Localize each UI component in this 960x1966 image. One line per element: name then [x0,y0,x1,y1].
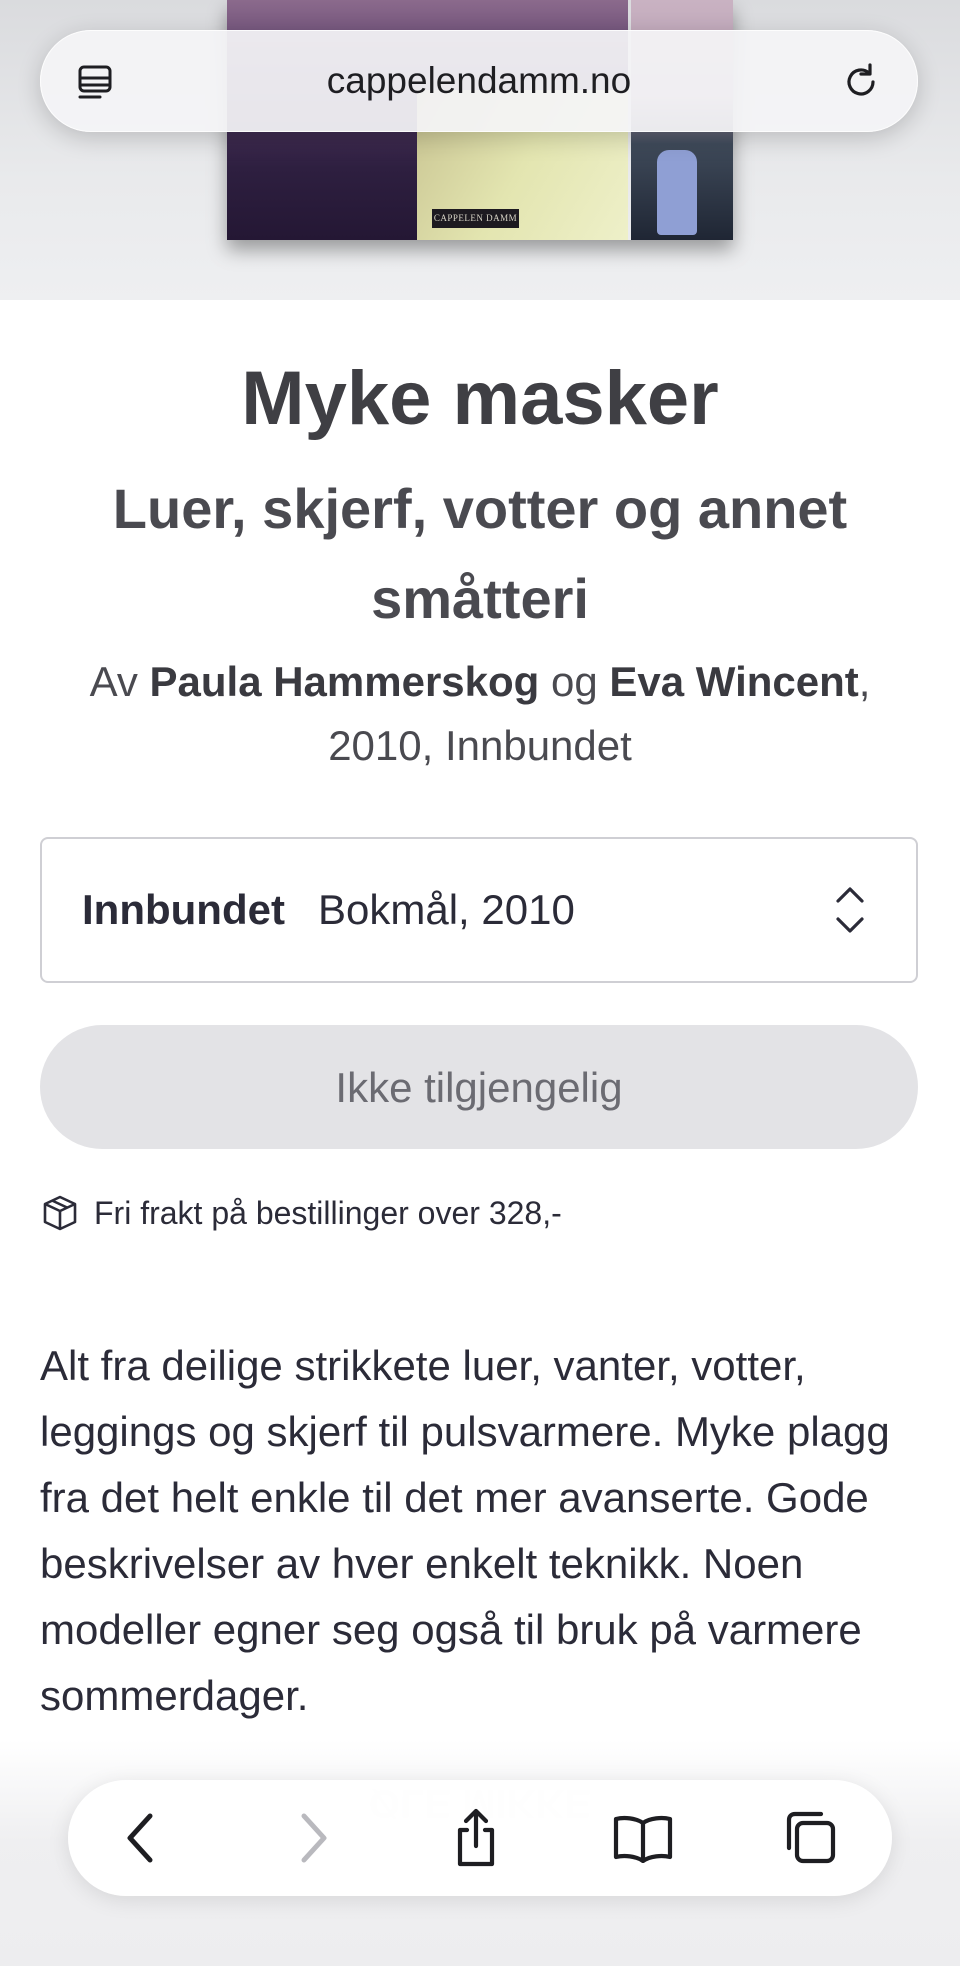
author-link[interactable]: Paula Hammerskog [150,658,540,705]
url-text[interactable]: cappelendamm.no [40,30,918,132]
product-title: Myke masker [241,356,719,441]
reload-icon[interactable] [840,61,882,103]
tabs-button[interactable] [778,1806,842,1870]
back-button[interactable] [110,1806,174,1870]
cover-publisher-label: CAPPELEN DAMM [432,209,519,228]
format-detail: Bokmål, 2010 [318,886,575,933]
package-icon [43,1195,77,1231]
shipping-text: Fri frakt på bestillinger over 328,- [94,1194,562,1231]
unavailable-button[interactable]: Ikke tilgjengelig [40,1025,918,1149]
share-button[interactable] [444,1806,508,1870]
forward-icon [301,1813,327,1863]
forward-button[interactable] [280,1806,344,1870]
shipping-info: Fri frakt på bestillinger over 328,- [40,1189,562,1237]
format-select[interactable]: Innbundet Bokmål, 2010 [40,837,918,983]
bookmarks-icon [613,1815,673,1863]
author-link[interactable]: Eva Wincent [609,658,858,705]
bookmarks-button[interactable] [611,1806,675,1870]
product-subtitle: Luer, skjerf, votter og annet småtteri [112,477,848,630]
format-label: Innbundet [82,886,285,933]
byline-details: 2010, Innbundet [328,722,632,769]
byline: Av Paula Hammerskog og Eva Wincent, 2010… [40,650,920,778]
byline-conjunction: og [551,658,598,705]
chevron-up-down-icon [836,887,864,933]
byline-prefix: Av [89,658,138,705]
cover-scarf-figure [657,150,697,235]
product-description: Alt fra deilige strikkete luer, vanter, … [40,1342,890,1719]
byline-comma: , [858,658,871,705]
address-bar[interactable]: cappelendamm.no [40,30,918,132]
browser-toolbar [68,1780,892,1896]
tabs-icon [786,1811,836,1864]
share-icon [457,1808,495,1867]
back-icon [127,1813,153,1863]
